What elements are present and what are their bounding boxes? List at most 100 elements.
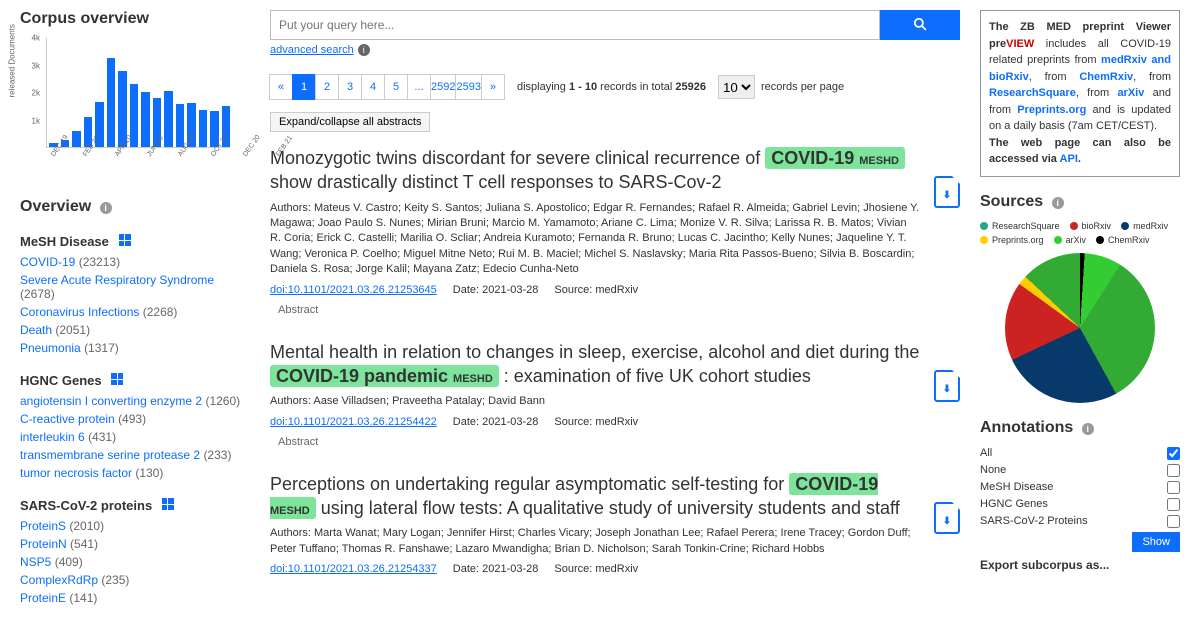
article-title[interactable]: Perceptions on undertaking regular asymp… — [270, 472, 920, 521]
info-icon[interactable]: i — [1082, 423, 1094, 435]
arxiv-link[interactable]: arXiv — [1117, 87, 1144, 99]
facet-link[interactable]: transmembrane serine protease 2 — [20, 448, 200, 462]
pagination: «12345...25922593» — [270, 74, 505, 100]
article-date: Date: 2021-03-28 — [453, 284, 539, 296]
doi-link[interactable]: doi:10.1101/2021.03.26.21253645 — [270, 284, 437, 296]
api-link[interactable]: API — [1060, 153, 1078, 165]
grid-icon[interactable] — [162, 498, 174, 510]
pdf-icon[interactable]: ⬇ — [934, 502, 960, 534]
doi-link[interactable]: doi:10.1101/2021.03.26.21254337 — [270, 563, 437, 575]
annotation-tag[interactable]: COVID-19 MESHD — [765, 147, 905, 169]
chart-bar — [72, 131, 81, 148]
annotation-tag[interactable]: COVID-19 pandemic MESHD — [270, 365, 499, 387]
facet-heading: HGNC Genes — [20, 373, 250, 388]
search-button[interactable] — [880, 10, 960, 40]
corpus-heading: Corpus overview — [20, 10, 250, 28]
advanced-search-link[interactable]: advanced searchi — [270, 44, 370, 56]
annotations-heading: Annotations i — [980, 419, 1180, 437]
preprints-link[interactable]: Preprints.org — [1017, 104, 1086, 116]
show-button[interactable]: Show — [1132, 532, 1180, 552]
annotation-checkbox[interactable] — [1167, 481, 1180, 494]
page-button[interactable]: ... — [407, 74, 431, 100]
records-per-page-label: records per page — [761, 81, 844, 93]
facet-count: (541) — [70, 537, 98, 551]
annotation-label: SARS-CoV-2 Proteins — [980, 515, 1088, 527]
page-button[interactable]: 3 — [338, 74, 362, 100]
article-authors: Authors: Marta Wanat; Mary Logan; Jennif… — [270, 526, 920, 557]
pdf-icon[interactable]: ⬇ — [934, 176, 960, 208]
article-date: Date: 2021-03-28 — [453, 563, 539, 575]
annotation-checkbox[interactable] — [1167, 447, 1180, 460]
export-heading: Export subcorpus as... — [980, 558, 1180, 572]
article-source: Source: medRxiv — [554, 563, 638, 575]
chart-bar — [141, 92, 150, 147]
legend-item: ResearchSquare — [980, 221, 1060, 231]
chart-bar — [199, 110, 208, 147]
facet-count: (1317) — [84, 341, 119, 355]
records-per-page-select[interactable]: 10 — [718, 75, 755, 99]
sources-heading: Sources i — [980, 193, 1180, 211]
facet-heading: MeSH Disease — [20, 234, 250, 249]
pdf-icon[interactable]: ⬇ — [934, 370, 960, 402]
facet-link[interactable]: ProteinN — [20, 537, 67, 551]
facet-link[interactable]: NSP5 — [20, 555, 51, 569]
article-title[interactable]: Monozygotic twins discordant for severe … — [270, 146, 920, 195]
article: Mental health in relation to changes in … — [270, 340, 960, 448]
page-button[interactable]: 4 — [361, 74, 385, 100]
info-icon[interactable]: i — [100, 202, 112, 214]
facet-count: (2051) — [55, 323, 90, 337]
facet-heading: SARS-CoV-2 proteins — [20, 498, 250, 513]
legend-item: bioRxiv — [1070, 221, 1112, 231]
facet-link[interactable]: tumor necrosis factor — [20, 466, 132, 480]
researchsquare-link[interactable]: ResearchSquare — [989, 87, 1076, 99]
chart-bar — [176, 104, 185, 147]
grid-icon[interactable] — [119, 234, 131, 246]
page-button[interactable]: 1 — [292, 74, 316, 100]
chart-bar — [107, 58, 116, 147]
article-title[interactable]: Mental health in relation to changes in … — [270, 340, 920, 389]
article-source: Source: medRxiv — [554, 416, 638, 428]
doi-link[interactable]: doi:10.1101/2021.03.26.21254422 — [270, 416, 437, 428]
legend-item: medRxiv — [1121, 221, 1168, 231]
legend-item: Preprints.org — [980, 235, 1044, 245]
facet-link[interactable]: angiotensin I converting enzyme 2 — [20, 394, 202, 408]
info-icon[interactable]: i — [1052, 197, 1064, 209]
info-icon[interactable]: i — [358, 44, 370, 56]
page-button[interactable]: 2592 — [430, 74, 456, 100]
facet-link[interactable]: Death — [20, 323, 52, 337]
facet-link[interactable]: ProteinS — [20, 519, 66, 533]
facet-count: (2268) — [143, 305, 178, 319]
abstract-toggle[interactable]: Abstract — [278, 304, 920, 316]
annotation-checkbox[interactable] — [1167, 515, 1180, 528]
article-date: Date: 2021-03-28 — [453, 416, 539, 428]
facet-link[interactable]: COVID-19 — [20, 255, 75, 269]
page-button[interactable]: 2593 — [455, 74, 481, 100]
expand-collapse-button[interactable]: Expand/collapse all abstracts — [270, 112, 430, 132]
facet-count: (2010) — [69, 519, 104, 533]
annotation-tag[interactable]: COVID-19 MESHD — [270, 473, 878, 519]
info-box: The ZB MED preprint Viewer preVIEW inclu… — [980, 10, 1180, 177]
annotation-label: All — [980, 447, 992, 459]
grid-icon[interactable] — [111, 373, 123, 385]
facet-count: (233) — [203, 448, 231, 462]
page-button[interactable]: 5 — [384, 74, 408, 100]
facet-link[interactable]: Severe Acute Respiratory Syndrome — [20, 273, 214, 287]
chemrxiv-link[interactable]: ChemRxiv — [1079, 71, 1133, 83]
facet-link[interactable]: interleukin 6 — [20, 430, 85, 444]
annotation-checkbox[interactable] — [1167, 464, 1180, 477]
facet-link[interactable]: ProteinE — [20, 591, 66, 605]
page-button[interactable]: » — [481, 74, 505, 100]
facet-link[interactable]: C-reactive protein — [20, 412, 115, 426]
page-button[interactable]: 2 — [315, 74, 339, 100]
legend-item: arXiv — [1054, 235, 1087, 245]
page-button[interactable]: « — [269, 74, 293, 100]
facet-count: (493) — [118, 412, 146, 426]
facet-link[interactable]: Pneumonia — [20, 341, 81, 355]
search-input[interactable] — [270, 10, 880, 40]
facet-count: (409) — [55, 555, 83, 569]
annotation-checkbox[interactable] — [1167, 498, 1180, 511]
record-count: displaying 1 - 10 records in total 25926 — [517, 81, 706, 93]
facet-link[interactable]: Coronavirus Infections — [20, 305, 139, 319]
abstract-toggle[interactable]: Abstract — [278, 436, 920, 448]
facet-link[interactable]: ComplexRdRp — [20, 573, 98, 587]
